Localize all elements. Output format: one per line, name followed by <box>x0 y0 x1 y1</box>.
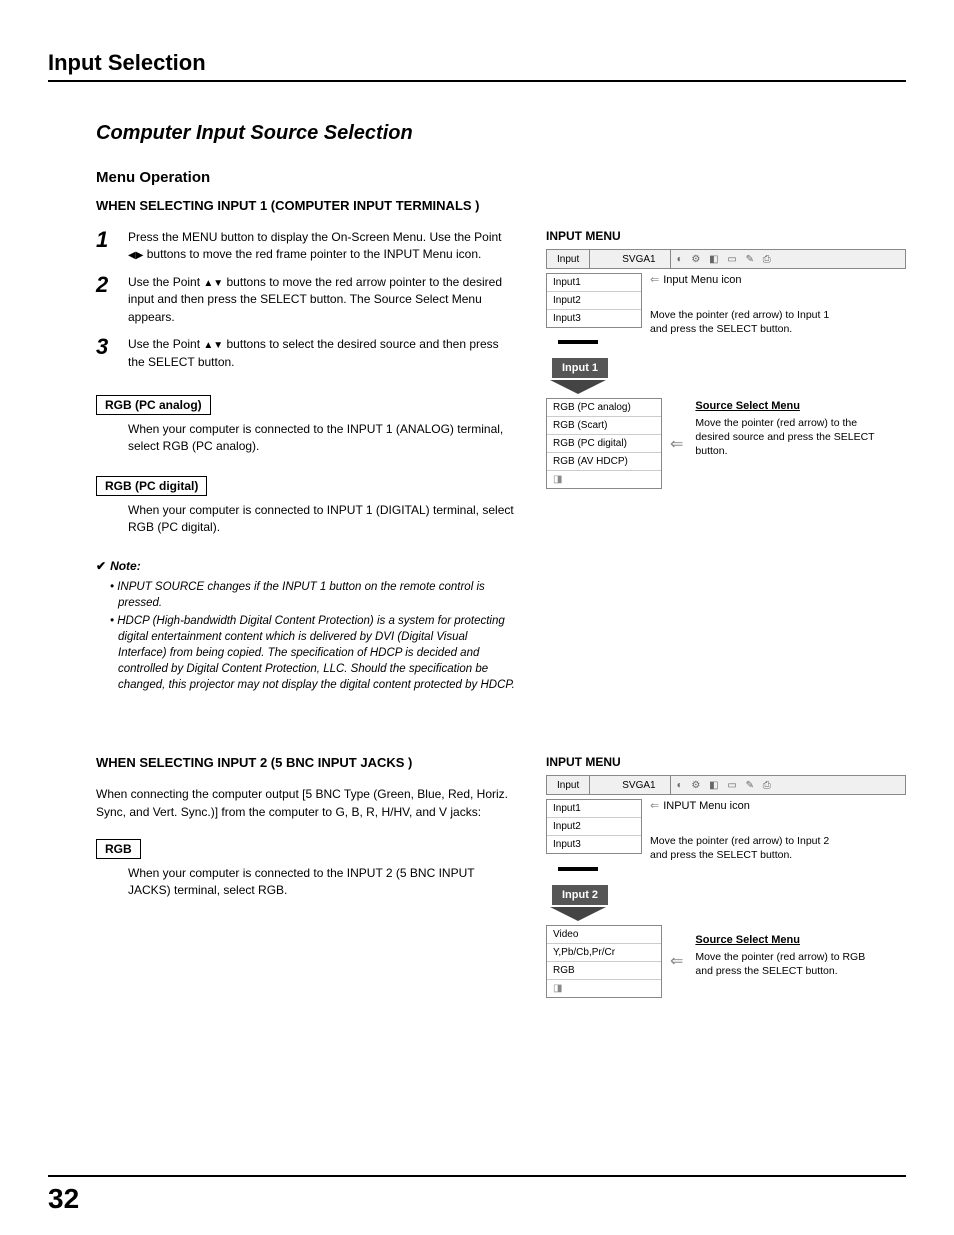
page-title: Input Selection <box>48 50 906 82</box>
menu-bar-mode: SVGA1 <box>608 250 670 268</box>
input2-heading: WHEN SELECTING INPUT 2 (5 BNC INPUT JACK… <box>96 755 516 770</box>
point-ud-icon <box>203 337 223 351</box>
input2-intro: When connecting the computer output [5 B… <box>96 786 516 821</box>
source-select-callout: Move the pointer (red arrow) to the desi… <box>695 416 885 459</box>
note-heading: Note: <box>96 559 516 573</box>
input-list: Input1 Input2 Input3 <box>546 273 642 328</box>
input1-left: 1 Press the MENU button to display the O… <box>96 229 516 695</box>
source-select-list: RGB (PC analog) RGB (Scart) RGB (PC digi… <box>546 398 662 489</box>
source-row: RGB (AV HDCP) <box>547 453 661 471</box>
input-row: Input2 <box>547 292 641 310</box>
menu-bar: Input SVGA1 ◐ ⚙ ◧ ▭ ✎ ⎙ <box>546 775 906 795</box>
input-row: Input3 <box>547 836 641 853</box>
page-number: 32 <box>48 1183 906 1215</box>
step-number: 3 <box>96 336 114 371</box>
input2-chip: Input 2 <box>552 885 608 905</box>
input1-chip: Input 1 <box>552 358 608 378</box>
input1-heading: WHEN SELECTING INPUT 1 (COMPUTER INPUT T… <box>96 198 906 213</box>
source-row: Video <box>547 926 661 944</box>
rgb-desc: When your computer is connected to the I… <box>96 865 516 900</box>
arrow-left-icon <box>670 951 687 971</box>
menu-bar-mode: SVGA1 <box>608 776 670 794</box>
input-menu-icon-label: INPUT Menu icon <box>650 799 840 812</box>
rgb-label: RGB <box>96 839 141 859</box>
point-ud-icon <box>203 275 223 289</box>
down-arrow-icon <box>550 907 606 921</box>
input-menu-title: INPUT MENU <box>546 229 906 243</box>
menu-bar-icons: ◐ ⚙ ◧ ▭ ✎ ⎙ <box>671 254 905 265</box>
input-menu-title: INPUT MENU <box>546 755 906 769</box>
input-menu-callout: Move the pointer (red arrow) to Input 1 … <box>650 308 840 336</box>
arrow-left-icon <box>670 434 687 454</box>
note-item: HDCP (High-bandwidth Digital Content Pro… <box>110 613 516 693</box>
menu-bar-label: Input <box>547 776 590 794</box>
note-list: INPUT SOURCE changes if the INPUT 1 butt… <box>96 579 516 694</box>
source-row: RGB (PC analog) <box>547 399 661 417</box>
input-row: Input2 <box>547 818 641 836</box>
menu-bar-label: Input <box>547 250 590 268</box>
source-row: Y,Pb/Cb,Pr/Cr <box>547 944 661 962</box>
menu-bar-icons: ◐ ⚙ ◧ ▭ ✎ ⎙ <box>671 780 905 791</box>
step-number: 2 <box>96 274 114 326</box>
source-row-exit: ◨ <box>547 980 661 997</box>
source-row: RGB (Scart) <box>547 417 661 435</box>
input-menu-icon-label: Input Menu icon <box>650 273 840 286</box>
input2-left: WHEN SELECTING INPUT 2 (5 BNC INPUT JACK… <box>96 755 516 997</box>
input-list: Input1 Input2 Input3 <box>546 799 642 854</box>
source-select-title: Source Select Menu <box>695 400 885 412</box>
input-row: Input3 <box>547 310 641 327</box>
step-number: 1 <box>96 229 114 264</box>
rgb-analog-desc: When your computer is connected to the I… <box>96 421 516 456</box>
section-title: Computer Input Source Selection <box>96 122 906 145</box>
rgb-analog-label: RGB (PC analog) <box>96 395 211 415</box>
note-item: INPUT SOURCE changes if the INPUT 1 butt… <box>110 579 516 611</box>
step-2: 2 Use the Point buttons to move the red … <box>96 274 516 326</box>
source-select-list: Video Y,Pb/Cb,Pr/Cr RGB ◨ <box>546 925 662 998</box>
page-footer: 32 <box>48 1175 906 1215</box>
step-3: 3 Use the Point buttons to select the de… <box>96 336 516 371</box>
source-select-callout: Move the pointer (red arrow) to RGB and … <box>695 950 885 978</box>
step-text: Use the Point <box>128 337 203 351</box>
source-select-title: Source Select Menu <box>695 934 885 946</box>
input1-right: INPUT MENU Input SVGA1 ◐ ⚙ ◧ ▭ ✎ ⎙ Input… <box>546 229 906 695</box>
rgb-digital-label: RGB (PC digital) <box>96 476 207 496</box>
point-lr-icon <box>128 247 143 261</box>
source-row: RGB <box>547 962 661 980</box>
content-area: Computer Input Source Selection Menu Ope… <box>48 122 906 998</box>
step-1: 1 Press the MENU button to display the O… <box>96 229 516 264</box>
decoration-bar <box>558 340 598 344</box>
input-row: Input1 <box>547 800 641 818</box>
subsection-title: Menu Operation <box>96 169 906 186</box>
input-row: Input1 <box>547 274 641 292</box>
source-row-exit: ◨ <box>547 471 661 488</box>
step-text: buttons to move the red frame pointer to… <box>143 247 481 261</box>
menu-bar: Input SVGA1 ◐ ⚙ ◧ ▭ ✎ ⎙ <box>546 249 906 269</box>
input-menu-callout: Move the pointer (red arrow) to Input 2 … <box>650 834 840 862</box>
source-row: RGB (PC digital) <box>547 435 661 453</box>
input2-right: INPUT MENU Input SVGA1 ◐ ⚙ ◧ ▭ ✎ ⎙ Input… <box>546 755 906 997</box>
step-text: Use the Point <box>128 275 203 289</box>
rgb-digital-desc: When your computer is connected to INPUT… <box>96 502 516 537</box>
down-arrow-icon <box>550 380 606 394</box>
step-text: Press the MENU button to display the On-… <box>128 230 502 244</box>
decoration-bar <box>558 867 598 871</box>
